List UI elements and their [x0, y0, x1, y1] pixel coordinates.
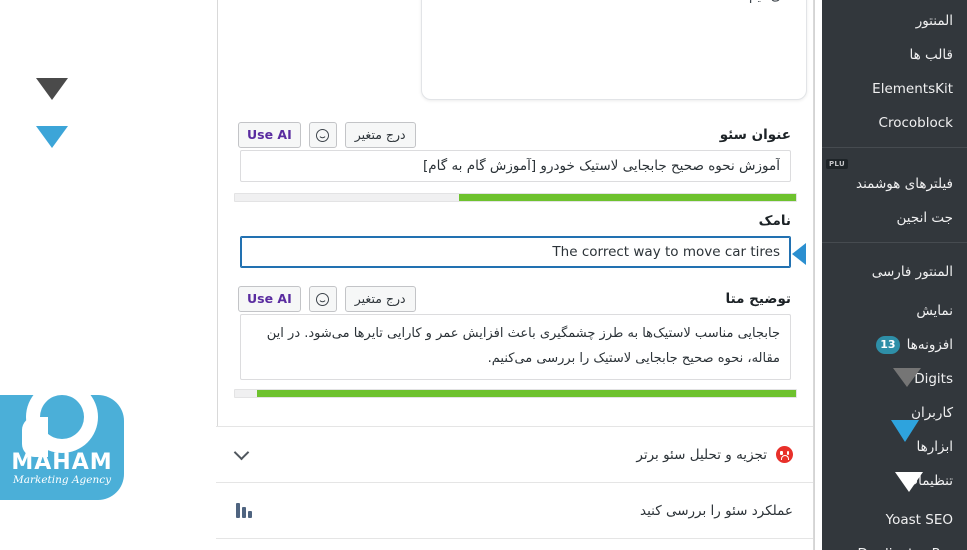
sidebar-label: تنظیمات: [905, 473, 953, 489]
sidebar-label: ابزارها: [916, 439, 953, 455]
seo-performance-row[interactable]: عملکرد سئو را بررسی کنید: [216, 482, 813, 538]
sidebar-label: Digits: [914, 371, 953, 387]
sidebar-item-digits[interactable]: Digits: [822, 362, 967, 396]
logo-tagline: Marketing Agency: [12, 474, 112, 486]
bar-chart-icon[interactable]: [236, 503, 252, 518]
sidebar-item-elementor-farsi[interactable]: المنتور فارسی: [822, 255, 967, 289]
seo-analysis-row-left: تجزیه و تحلیل سئو برتر: [636, 446, 793, 463]
seo-title-label: عنوان سئو: [719, 127, 791, 143]
seo-analysis-title: تجزیه و تحلیل سئو برتر: [636, 446, 767, 463]
sidebar-label: المنتور: [915, 13, 953, 29]
maham-logo: MAHAM Marketing Agency: [0, 395, 124, 500]
sidebar-label: المنتور فارسی: [871, 264, 953, 280]
triangle-down-blue-annotation: [36, 126, 68, 148]
meta-description-button-cluster: Use AI درج متغیر: [238, 286, 416, 312]
sidebar-label: جت انجین: [896, 210, 953, 226]
sidebar-item-templates[interactable]: قالب ها: [822, 38, 967, 72]
sidebar-item-users[interactable]: کاربران: [822, 396, 967, 430]
content-right-divider: [814, 0, 815, 550]
sidebar-separator-1: [822, 147, 967, 148]
sad-face-icon: [776, 446, 793, 463]
logo-wordmark: MAHAM: [11, 450, 113, 475]
snippet-description-text: طرز چشمگیری باعث افزایش عمر و کارایی تای…: [578, 0, 788, 8]
wp-admin-sidebar: المنتور قالب ها ElementsKit Crocoblock P…: [822, 0, 967, 550]
sidebar-item-yoast-seo[interactable]: Yoast SEO: [822, 503, 967, 537]
slug-field-group: نامک: [216, 206, 813, 268]
seo-performance-row-left: عملکرد سئو را بررسی کنید: [640, 503, 793, 519]
meta-description-textarea[interactable]: [240, 314, 791, 380]
meta-description-label-row: توضیح متا Use AI درج متغیر: [216, 284, 813, 314]
sidebar-label: نمایش: [916, 303, 953, 319]
google-snippet-preview-card[interactable]: طرز چشمگیری باعث افزایش عمر و کارایی تای…: [421, 0, 807, 100]
chevron-down-icon[interactable]: [233, 444, 250, 460]
seo-title-button-cluster: Use AI درج متغیر: [238, 122, 416, 148]
sidebar-item-crocoblock[interactable]: Crocoblock: [822, 106, 967, 140]
emoji-picker-icon-meta[interactable]: [308, 286, 337, 312]
seo-title-progress-bar: [234, 193, 797, 202]
slug-label: نامک: [758, 213, 791, 229]
sidebar-item-elementor[interactable]: المنتور: [822, 4, 967, 38]
seo-title-field-group: عنوان سئو Use AI درج متغیر: [216, 120, 813, 202]
meta-description-progress-bar: [234, 389, 797, 398]
sidebar-item-smart-filters[interactable]: فیلترهای هوشمند: [822, 167, 967, 201]
meta-description-field-group: توضیح متا Use AI درج متغیر: [216, 284, 813, 398]
slug-pointer-annotation: [792, 243, 806, 265]
sidebar-item-duplicator-pro[interactable]: Duplicator Pro: [822, 537, 967, 550]
meta-description-progress-fill: [257, 390, 796, 397]
metabox-bottom-row: [216, 538, 813, 550]
sidebar-plus-chip-holder: PLU: [822, 155, 967, 169]
seo-analysis-row[interactable]: تجزیه و تحلیل سئو برتر: [216, 426, 813, 482]
sidebar-label: Crocoblock: [878, 115, 953, 131]
sidebar-item-tools[interactable]: ابزارها: [822, 430, 967, 464]
emoji-picker-icon[interactable]: [308, 122, 337, 148]
sidebar-label: افزونه‌ها: [906, 337, 953, 353]
sidebar-item-elementskit[interactable]: ElementsKit: [822, 72, 967, 106]
seo-title-label-row: عنوان سئو Use AI درج متغیر: [216, 120, 813, 150]
plugins-update-badge: 13: [876, 336, 900, 354]
sidebar-label: کاربران: [911, 405, 953, 421]
screenshot-root: MAHAM Marketing Agency طرز چشمگیری باعث …: [0, 0, 967, 550]
triangle-down-dark-annotation: [36, 78, 68, 100]
sidebar-item-jet-engine[interactable]: جت انجین: [822, 201, 967, 235]
sidebar-item-appearance[interactable]: نمایش: [822, 294, 967, 328]
sidebar-label: قالب ها: [909, 47, 953, 63]
yoast-seo-metabox: طرز چشمگیری باعث افزایش عمر و کارایی تای…: [216, 0, 814, 550]
sidebar-item-plugins[interactable]: افزونه‌ها 13: [822, 328, 967, 362]
sidebar-label: Yoast SEO: [885, 512, 953, 528]
seo-performance-title: عملکرد سئو را بررسی کنید: [640, 502, 793, 519]
use-ai-button-meta[interactable]: Use AI: [238, 286, 301, 312]
seo-title-progress-fill: [459, 194, 796, 201]
sidebar-item-settings[interactable]: تنظیمات: [822, 464, 967, 498]
slug-label-row: نامک: [216, 206, 813, 236]
insert-variable-button[interactable]: درج متغیر: [344, 122, 416, 148]
sidebar-label: Duplicator Pro: [857, 546, 953, 550]
seo-title-input[interactable]: [240, 150, 791, 182]
slug-input[interactable]: [240, 236, 791, 268]
use-ai-button[interactable]: Use AI: [238, 122, 301, 148]
insert-variable-button-meta[interactable]: درج متغیر: [344, 286, 416, 312]
sidebar-label: فیلترهای هوشمند: [856, 176, 953, 192]
sidebar-separator-2: [822, 242, 967, 243]
sidebar-label: ElementsKit: [872, 81, 953, 97]
meta-description-label: توضیح متا: [725, 291, 791, 307]
